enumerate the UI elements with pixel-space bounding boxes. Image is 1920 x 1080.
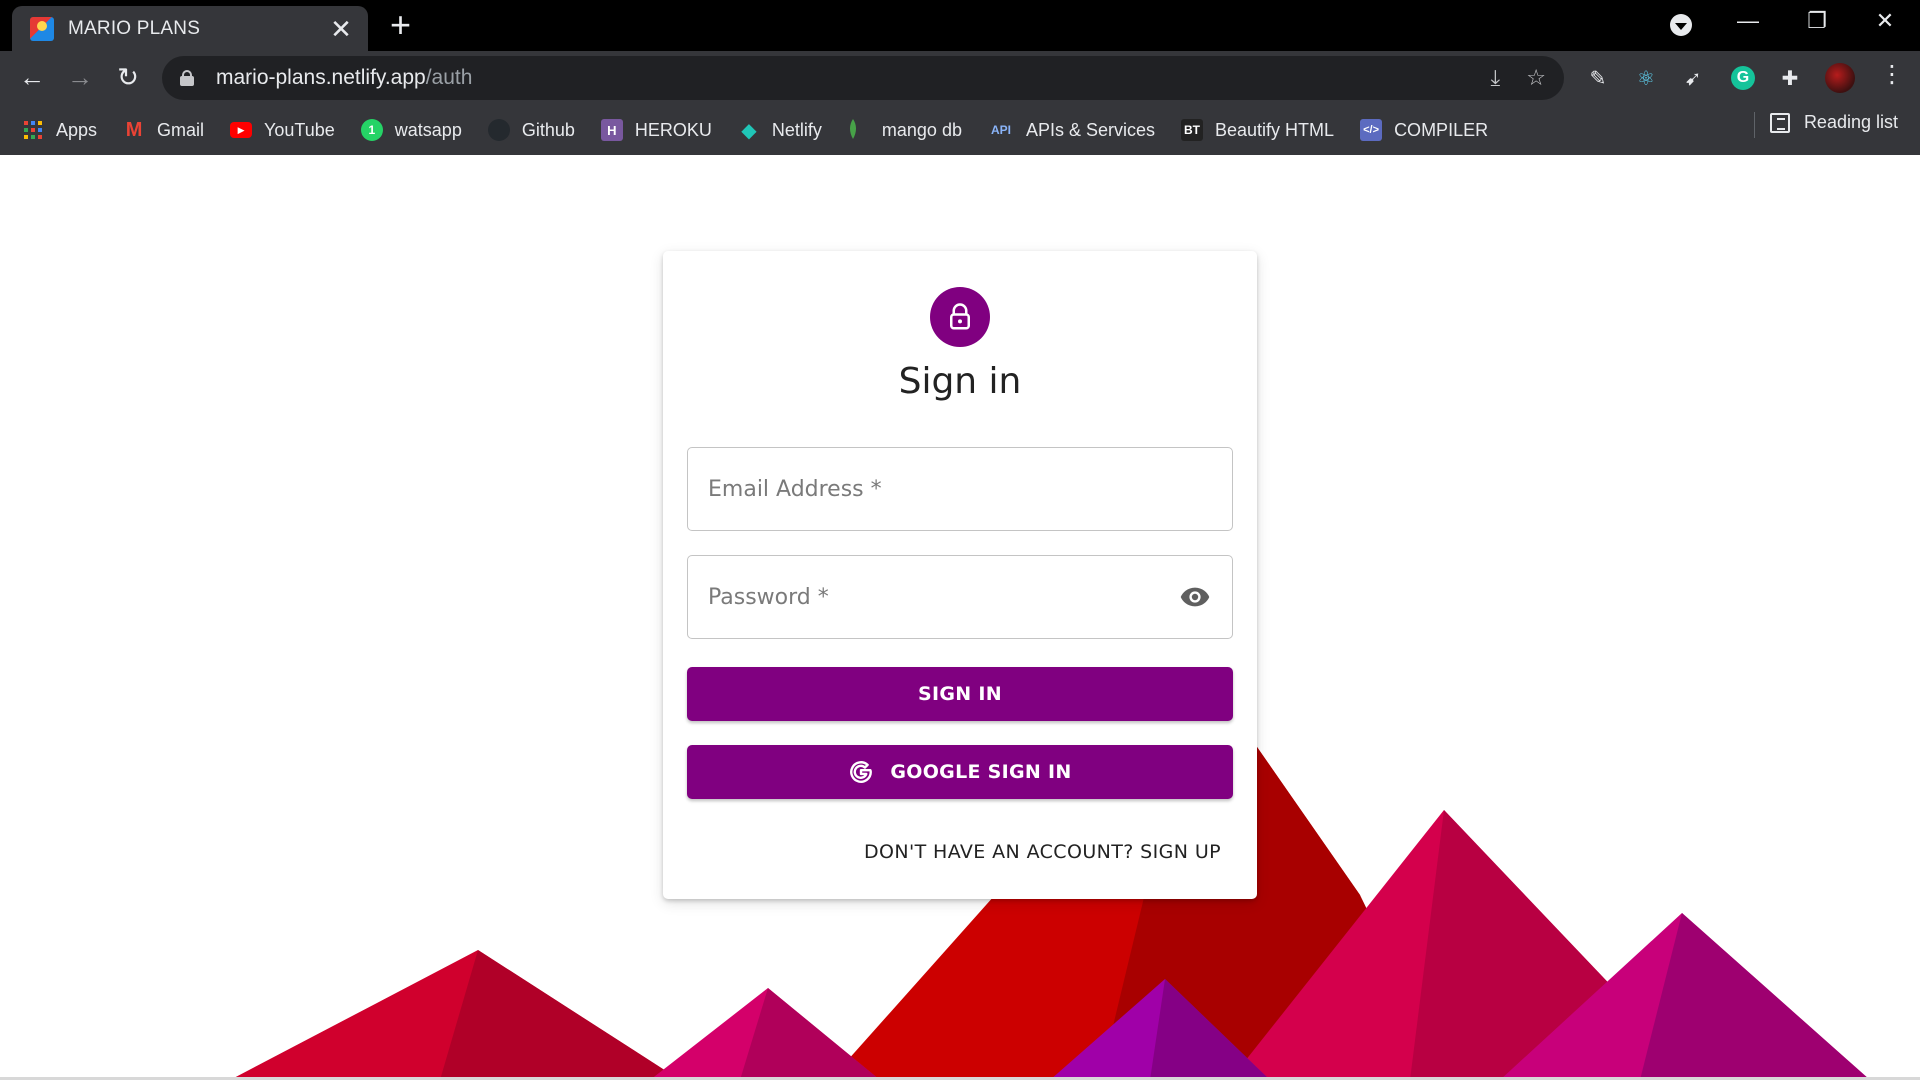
react-devtools-icon[interactable]: ⚛ — [1632, 64, 1660, 92]
mongodb-leaf-icon — [848, 119, 858, 141]
sign-up-link[interactable]: DON'T HAVE AN ACCOUNT? SIGN UP — [864, 841, 1221, 863]
bookmark-label: watsapp — [394, 119, 462, 140]
restore-button[interactable]: ❐ — [1802, 8, 1832, 34]
browser-chrome: MARIO PLANS ✕ + — ❐ ✕ ← → ↻ mario-plans.… — [0, 0, 1920, 155]
url-host: mario-plans.netlify.app — [216, 66, 426, 89]
bookmark-beautify-html[interactable]: BT Beautify HTML — [1181, 119, 1334, 141]
reading-list-button[interactable]: Reading list — [1769, 112, 1898, 133]
google-sign-in-button[interactable]: GOOGLE SIGN IN — [687, 745, 1233, 799]
star-icon[interactable]: ☆ — [1526, 65, 1546, 91]
bookmark-gmail[interactable]: M Gmail — [123, 119, 204, 141]
lock-outline-icon — [950, 303, 970, 330]
heroku-icon: H — [600, 119, 623, 141]
gmail-icon: M — [125, 118, 143, 141]
lock-icon[interactable] — [180, 70, 194, 86]
email-field[interactable] — [687, 447, 1233, 531]
bookmark-netlify[interactable]: ◆ Netlify — [738, 119, 822, 142]
bookmark-label: Gmail — [157, 119, 205, 140]
install-icon[interactable]: ⤓ — [1491, 65, 1501, 91]
profile-avatar[interactable] — [1825, 63, 1855, 93]
grammarly-icon[interactable]: G — [1731, 66, 1755, 90]
show-password-icon[interactable] — [1178, 580, 1212, 614]
youtube-icon: ▶ — [230, 122, 253, 138]
bookmark-label: HEROKU — [634, 119, 712, 140]
bookmark-github[interactable]: Github — [487, 119, 575, 141]
tab-title: MARIO PLANS — [68, 17, 201, 39]
sign-in-button[interactable]: SIGN IN — [687, 667, 1233, 721]
email-input[interactable] — [708, 476, 1212, 502]
google-icon — [850, 761, 873, 783]
reading-list-label: Reading list — [1803, 112, 1898, 132]
close-window-button[interactable]: ✕ — [1870, 8, 1900, 34]
reading-list-icon — [1769, 112, 1790, 133]
bookmark-label: APIs & Services — [1025, 119, 1156, 140]
reload-button[interactable]: ↻ — [112, 62, 144, 92]
bookmark-label: YouTube — [264, 119, 335, 140]
bookmarks-bar: Apps M Gmail ▶ YouTube 1 watsapp Github … — [0, 110, 1920, 150]
bookmark-mangodb[interactable]: mango db — [848, 119, 962, 141]
page-content: Sign in SIGN IN GOOGLE SIGN IN DON'T HAV — [0, 155, 1920, 1080]
bookmark-heroku[interactable]: H HEROKU — [600, 119, 712, 141]
bookmark-compiler[interactable]: </> COMPILER — [1360, 119, 1488, 141]
menu-icon[interactable]: ⋮ — [1880, 60, 1904, 90]
bookmark-apis-services[interactable]: API APIs & Services — [988, 119, 1155, 141]
apps-grid-icon — [22, 119, 44, 141]
bookmark-youtube[interactable]: ▶ YouTube — [230, 120, 335, 141]
netlify-icon: ◆ — [741, 119, 757, 142]
puzzle-icon[interactable]: ✚ — [1776, 64, 1804, 92]
bookmark-label: Beautify HTML — [1215, 119, 1335, 140]
lock-avatar — [930, 287, 990, 347]
google-sign-in-label: GOOGLE SIGN IN — [890, 761, 1072, 783]
extension-arrow-icon[interactable]: ➹ — [1679, 64, 1707, 92]
password-input[interactable] — [708, 584, 1170, 610]
browser-tab[interactable]: MARIO PLANS ✕ — [12, 6, 368, 51]
sign-in-card: Sign in SIGN IN GOOGLE SIGN IN DON'T HAV — [663, 251, 1257, 899]
address-bar[interactable]: mario-plans.netlify.app/auth ⤓ ☆ — [162, 56, 1564, 100]
password-field[interactable] — [687, 555, 1233, 639]
bookmark-label: mango db — [881, 119, 962, 140]
bt-icon: BT — [1181, 119, 1204, 141]
page-title: Sign in — [898, 361, 1022, 402]
bookmark-watsapp[interactable]: 1 watsapp — [360, 119, 462, 141]
minimize-button[interactable]: — — [1733, 8, 1763, 34]
whatsapp-icon: 1 — [360, 119, 383, 141]
back-button[interactable]: ← — [16, 62, 48, 92]
new-tab-button[interactable]: + — [390, 7, 411, 43]
mario-favicon-icon — [30, 16, 54, 41]
bookmarks-divider — [1754, 112, 1755, 138]
bookmark-apps[interactable]: Apps — [22, 119, 97, 141]
tab-strip: MARIO PLANS ✕ + — ❐ ✕ — [0, 0, 1920, 51]
forward-button[interactable]: → — [64, 62, 96, 92]
api-icon: API — [990, 123, 1011, 137]
close-tab-icon[interactable]: ✕ — [328, 16, 354, 42]
bookmark-label: Github — [521, 119, 575, 140]
bookmark-label: COMPILER — [1394, 119, 1489, 140]
bookmark-label: Netlify — [771, 119, 822, 140]
code-icon: </> — [1360, 119, 1383, 141]
bookmark-label: Apps — [56, 119, 98, 140]
github-icon — [487, 119, 510, 141]
pencil-icon[interactable]: ✎ — [1584, 64, 1612, 92]
url-path: /auth — [425, 66, 473, 89]
tab-search-icon[interactable] — [1670, 14, 1692, 36]
